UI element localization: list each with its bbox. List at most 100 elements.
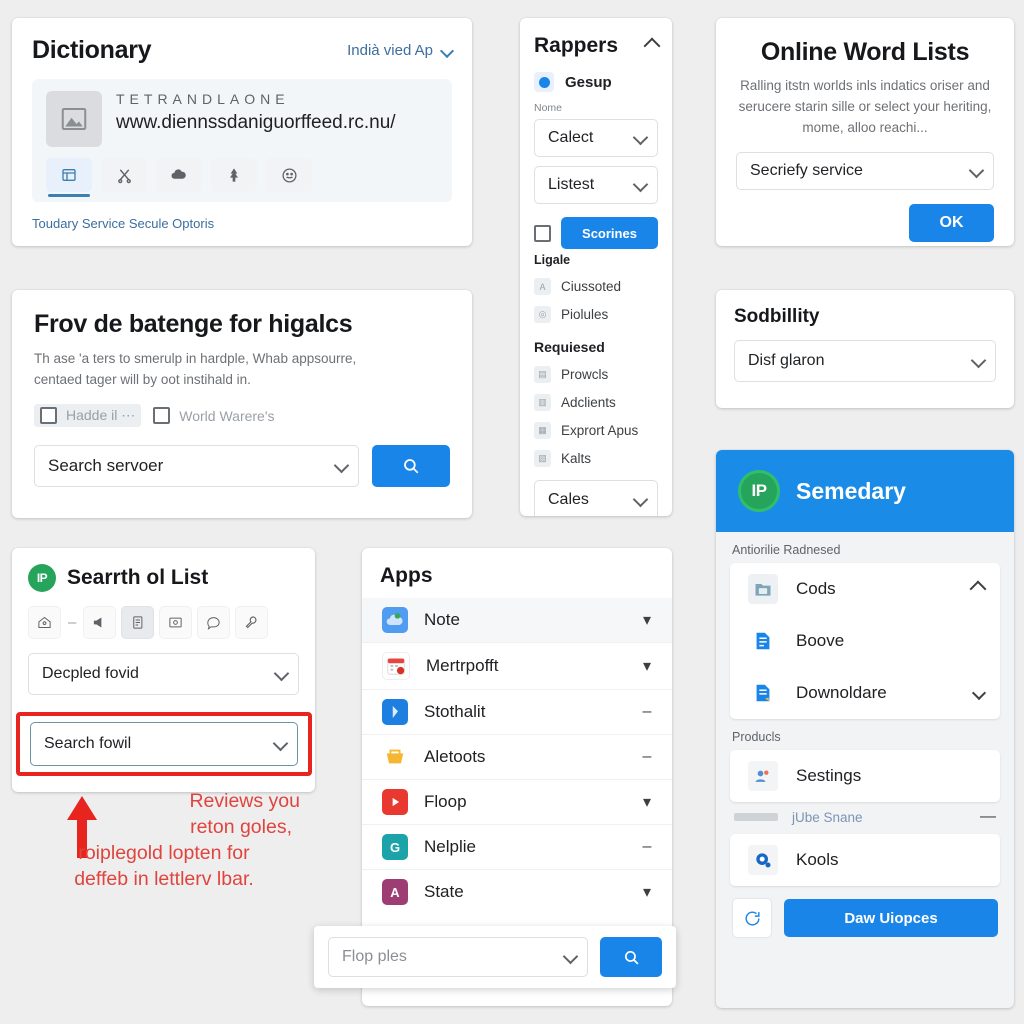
wrench-icon[interactable]: [235, 606, 269, 639]
document-icon[interactable]: [121, 606, 155, 639]
rappers-nav-item-piolules[interactable]: ◎ Piolules: [534, 306, 658, 323]
app-row[interactable]: Aletoots –: [362, 735, 672, 780]
chevron-down-icon[interactable]: ▾: [640, 610, 654, 630]
refresh-icon[interactable]: [732, 898, 772, 938]
search-panel-body-line1: Th ase 'a ters to smerulp in hardple, Wh…: [34, 351, 357, 366]
rappers-nav-item-adclients[interactable]: ▥ Adclients: [534, 394, 658, 411]
app-row[interactable]: Mertrpofft ▾: [362, 643, 672, 690]
rappers-select-1[interactable]: Calect: [534, 119, 658, 157]
dash-icon[interactable]: –: [640, 703, 654, 721]
rappers-checkbox[interactable]: [534, 224, 551, 242]
apps-footer-select[interactable]: Flop ples: [328, 937, 588, 977]
dictionary-header-dropdown[interactable]: Indià vied Ap: [347, 42, 455, 59]
annotation-line-3: roiplegold lopten for: [78, 842, 250, 864]
daw-uiopces-button[interactable]: Daw Uiopces: [784, 899, 998, 937]
rappers-select-bottom-value: Cales: [548, 491, 589, 508]
scissors-glyph: [117, 168, 131, 183]
app-row[interactable]: A State ▾: [362, 870, 672, 914]
dash-icon[interactable]: –: [640, 748, 654, 766]
cloud-icon[interactable]: [156, 158, 202, 192]
wrench-glyph: [246, 616, 257, 629]
app-label: Note: [424, 610, 460, 629]
browser-icon[interactable]: [46, 158, 92, 197]
dictionary-footer-link[interactable]: Toudary Service Secule Optoris: [32, 216, 452, 231]
rappers-select-2[interactable]: Listest: [534, 166, 658, 204]
apps-floating-search: Flop ples: [314, 926, 676, 988]
screenshot-root: Dictionary Indià vied Ap TETRANDLAONE ww…: [0, 0, 1024, 1024]
ok-button[interactable]: OK: [909, 204, 994, 242]
search-submit-button[interactable]: [372, 445, 450, 487]
megaphone-icon[interactable]: [83, 606, 117, 639]
emoji-icon[interactable]: [266, 158, 312, 192]
semedary-row-label: Boove: [796, 631, 845, 650]
rappers-nav-label: Ciussoted: [561, 279, 622, 294]
apps-search-button[interactable]: [600, 937, 662, 977]
tree-icon[interactable]: [211, 158, 257, 192]
app-row[interactable]: Note ▾: [362, 598, 672, 643]
rappers-nav-label: Piolules: [561, 307, 609, 322]
rappers-select-bottom[interactable]: Cales: [534, 480, 658, 516]
chevron-down-icon[interactable]: [971, 685, 987, 701]
sodbillity-panel: Sodbillity Disf glaron: [716, 290, 1014, 408]
semedary-row-kools[interactable]: Kools: [730, 834, 1000, 886]
kools-icon: [748, 845, 778, 875]
chevron-down-icon[interactable]: ▾: [640, 792, 654, 812]
home-icon[interactable]: [28, 606, 61, 639]
cloud-glyph: [171, 169, 186, 179]
rappers-nav-item-kalts[interactable]: ▧ Kalts: [534, 450, 658, 467]
rappers-nav-label: Kalts: [561, 451, 592, 466]
search-select[interactable]: Search servoer: [34, 445, 359, 487]
checkbox-box: [153, 407, 171, 424]
app-row[interactable]: Floop ▾: [362, 780, 672, 825]
cloud-app-icon: [382, 607, 408, 633]
semedary-row-downoldare[interactable]: Downoldare: [730, 667, 1000, 719]
apps-list: Note ▾ Mertrpofft ▾ Stothalit – Aletoots…: [362, 598, 672, 914]
site-name: TETRANDLAONE: [116, 91, 290, 107]
rappers-nav-item-ciussoted[interactable]: A Ciussoted: [534, 278, 658, 295]
chevron-down-icon[interactable]: ▾: [640, 882, 654, 902]
rappers-nav-item-exprort-apus[interactable]: ▦ Exprort Apus: [534, 422, 658, 439]
scorines-button[interactable]: Scorines: [561, 217, 658, 249]
calendar-glyph: [387, 658, 405, 675]
checkbox-label: World Warere's: [179, 407, 275, 424]
circle-icon: ◎: [534, 306, 551, 323]
image-placeholder-icon: [61, 108, 87, 130]
dash-icon[interactable]: –: [640, 838, 654, 856]
rappers-header: Rappers: [534, 34, 661, 58]
list-select-top-value: Decpled fovid: [42, 665, 139, 682]
app-row[interactable]: G Nelplie –: [362, 825, 672, 870]
list-select-focused[interactable]: Search fowil: [30, 722, 298, 766]
app-row[interactable]: Stothalit –: [362, 690, 672, 735]
people-glyph: [755, 770, 769, 782]
scissors-icon[interactable]: [101, 158, 147, 192]
semedary-ghost-link[interactable]: jUbe Snane: [792, 810, 966, 825]
video-app-icon: [382, 789, 408, 815]
chevron-down-icon[interactable]: ▾: [640, 656, 654, 676]
sodbillity-title: Sodbillity: [734, 306, 820, 327]
rappers-nav-item-prowcls[interactable]: ▤ Prowcls: [534, 366, 658, 383]
comment-icon[interactable]: [197, 606, 231, 639]
word-lists-panel: Online Word Lists Ralling itstn worlds i…: [716, 18, 1014, 246]
comment-glyph: [207, 617, 220, 630]
semedary-row-sestings[interactable]: Sestings: [730, 750, 1000, 802]
semedary-row-boove[interactable]: Boove: [730, 615, 1000, 667]
chevron-up-icon[interactable]: [643, 37, 661, 55]
rappers-radio-row[interactable]: Gesup: [534, 72, 658, 92]
semedary-row-label: Kools: [796, 850, 839, 869]
ip-logo-icon: IP: [738, 470, 780, 512]
image-icon[interactable]: [159, 606, 193, 639]
checkbox-hadde[interactable]: Hadde il ⋯: [34, 404, 142, 427]
sodbillity-select[interactable]: Disf glaron: [734, 340, 996, 382]
list-select-top[interactable]: Decpled fovid: [28, 653, 299, 695]
checkbox-world-wareres[interactable]: World Warere's: [153, 407, 275, 424]
rappers-checkbox-label: Ligale: [534, 253, 571, 267]
grid-icon: ▥: [534, 394, 551, 411]
search-panel-title: Frov de batenge for higalcs: [34, 310, 353, 338]
chevron-up-icon[interactable]: [969, 580, 987, 598]
word-lists-select[interactable]: Secriefy service: [736, 152, 994, 190]
dash-icon[interactable]: —: [980, 808, 996, 826]
magnifier-icon: [624, 950, 638, 964]
semedary-row-cods[interactable]: Cods: [730, 563, 1000, 615]
site-thumbnail: [46, 91, 102, 147]
checkbox-label: Hadde il ⋯: [66, 407, 136, 423]
